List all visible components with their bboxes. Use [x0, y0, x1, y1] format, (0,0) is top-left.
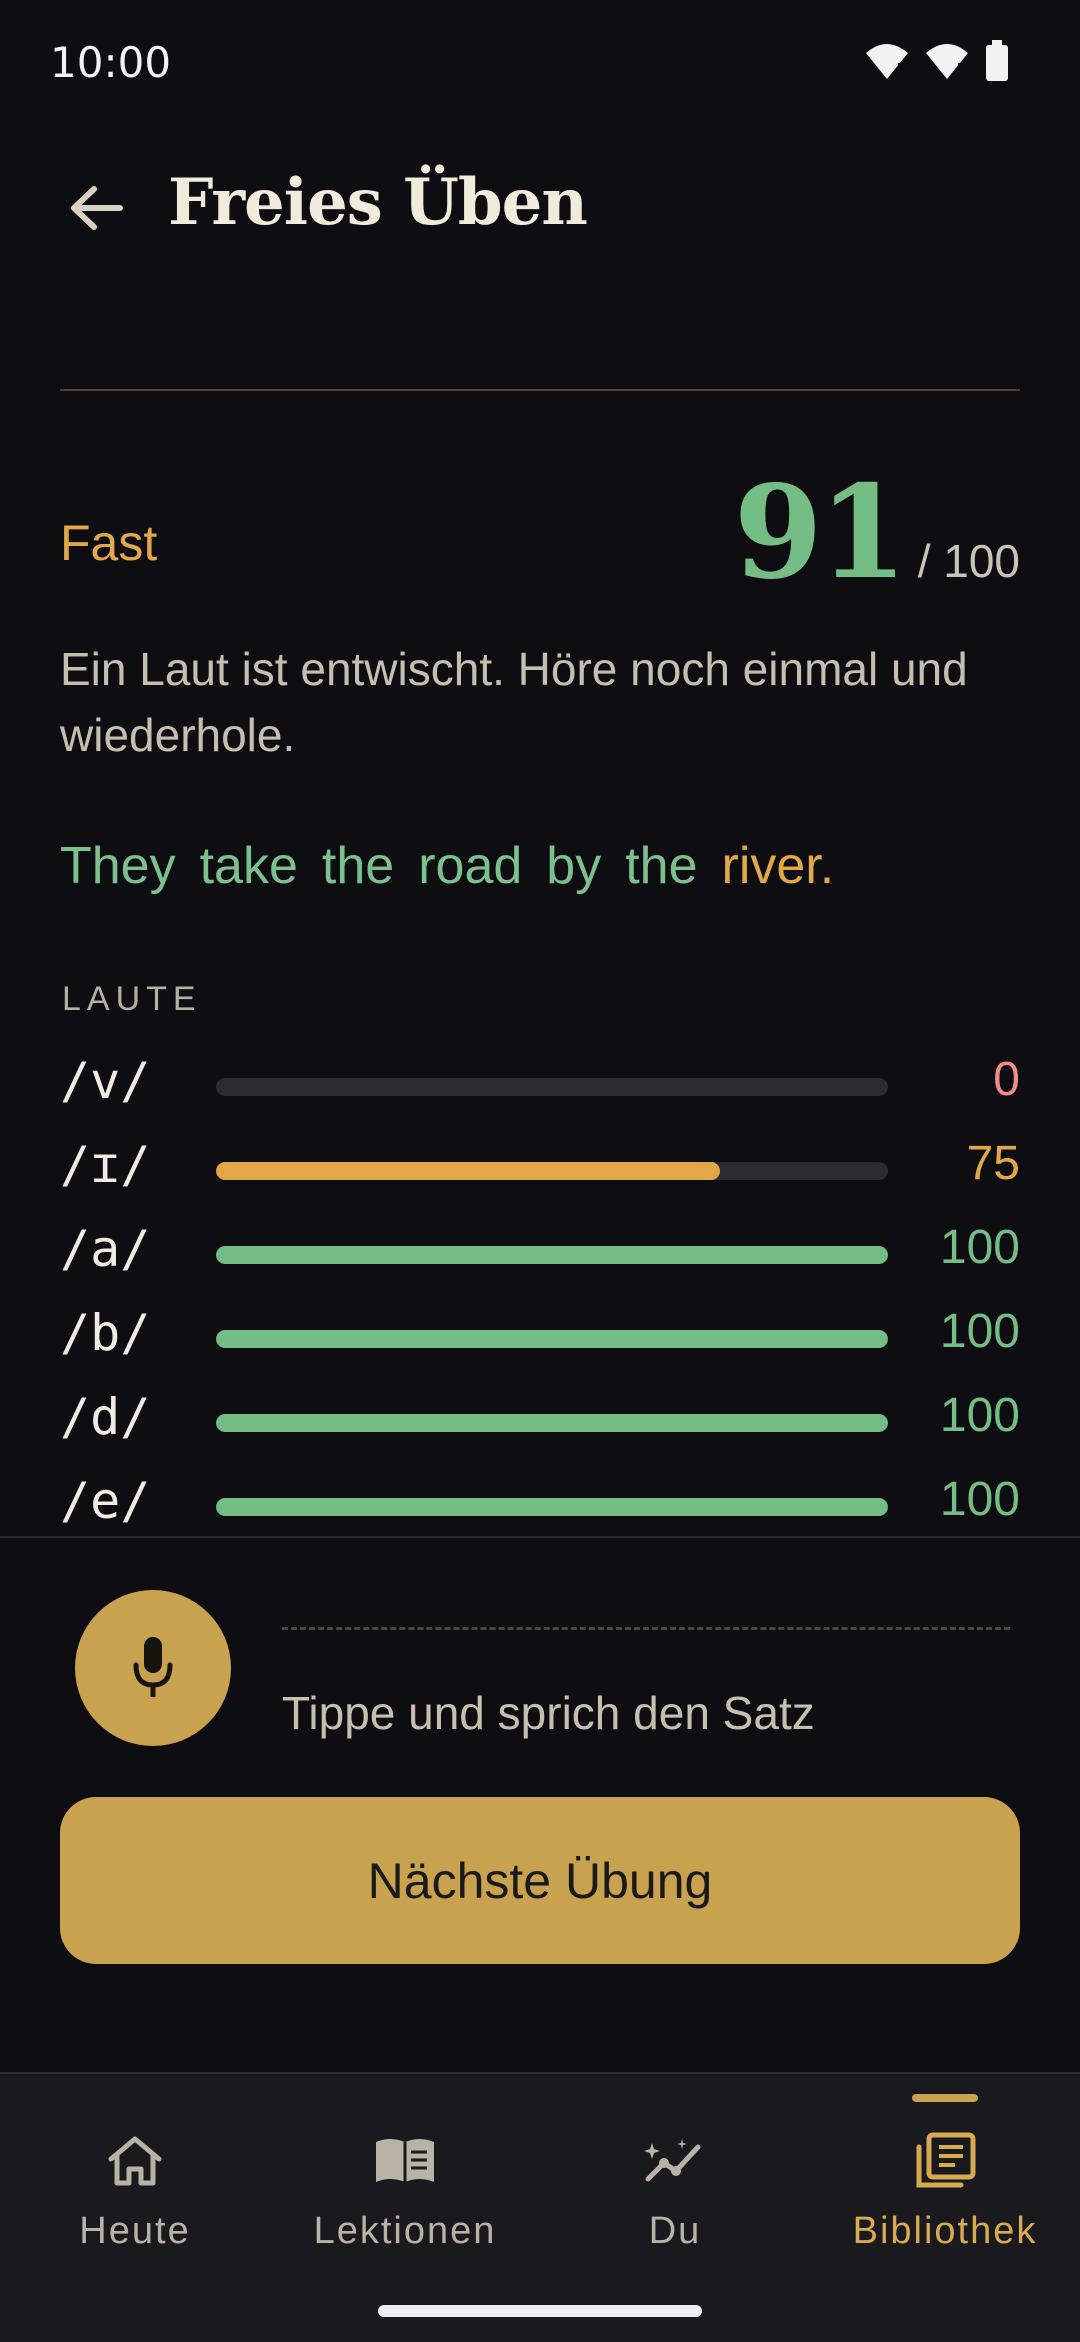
- nav-label: Bibliothek: [852, 2210, 1038, 2252]
- nav-item-lektionen[interactable]: Lektionen: [270, 2074, 540, 2274]
- nav-active-indicator: [912, 2094, 978, 2102]
- phoneme-score-fill: [216, 1498, 888, 1516]
- practice-sentence: They take the road by the river.: [60, 836, 834, 896]
- phoneme-score-bar: [216, 1162, 888, 1180]
- phoneme-symbol: /b/: [60, 1304, 151, 1362]
- score-value: 91: [733, 458, 908, 608]
- home-icon: [100, 2126, 170, 2196]
- sentence-word[interactable]: river.: [722, 836, 835, 896]
- phoneme-score-bar: [216, 1498, 888, 1516]
- phoneme-score: 100: [939, 1305, 1020, 1358]
- sentence-word[interactable]: the: [322, 836, 394, 896]
- bottom-nav: Heute Lektionen Du Bibliothek: [0, 2072, 1080, 2342]
- back-button[interactable]: [60, 178, 132, 238]
- phoneme-score-fill: [216, 1162, 720, 1180]
- nav-label: Du: [648, 2210, 702, 2252]
- phoneme-symbol: /ɪ/: [60, 1136, 151, 1194]
- phoneme-symbol: /d/: [60, 1388, 151, 1446]
- phoneme-symbol: /a/: [60, 1220, 151, 1278]
- phonemes-label: LAUTE: [62, 980, 202, 1018]
- phoneme-row[interactable]: /a/100: [60, 1210, 1020, 1294]
- phoneme-list[interactable]: /v/0/ɪ/75/a/100/b/100/d/100/e/100: [60, 1042, 1020, 1532]
- status-icons: [864, 40, 1010, 82]
- sentence-word[interactable]: road: [418, 836, 522, 896]
- nav-item-du[interactable]: Du: [540, 2074, 810, 2274]
- phoneme-score-fill: [216, 1414, 888, 1432]
- phoneme-score-bar: [216, 1330, 888, 1348]
- phoneme-row[interactable]: /d/100: [60, 1378, 1020, 1462]
- feedback-text: Ein Laut ist entwischt. Höre noch einmal…: [60, 643, 968, 761]
- progress-icon: [640, 2126, 710, 2196]
- header-divider: [60, 389, 1020, 391]
- phoneme-score-bar: [216, 1078, 888, 1096]
- page-title: Freies Üben: [168, 165, 588, 240]
- book-icon: [370, 2126, 440, 2196]
- phoneme-score: 100: [939, 1473, 1020, 1526]
- nav-label: Lektionen: [313, 2210, 497, 2252]
- wifi-icon: [866, 44, 908, 79]
- wifi-icon-2: [926, 44, 968, 79]
- sentence-word[interactable]: take: [200, 836, 298, 896]
- arrow-left-icon: [71, 186, 123, 230]
- phoneme-row[interactable]: /v/0: [60, 1042, 1020, 1126]
- phoneme-symbol: /v/: [60, 1052, 151, 1110]
- nav-item-heute[interactable]: Heute: [0, 2074, 270, 2274]
- home-indicator[interactable]: [378, 2305, 702, 2317]
- library-icon: [910, 2126, 980, 2196]
- record-button[interactable]: [75, 1590, 231, 1746]
- phoneme-score: 100: [939, 1221, 1020, 1274]
- mic-hint: Tippe und sprich den Satz: [282, 1687, 815, 1739]
- status-time: 10:00: [50, 38, 172, 87]
- phoneme-score: 75: [966, 1137, 1020, 1190]
- phoneme-row[interactable]: /b/100: [60, 1294, 1020, 1378]
- next-exercise-button[interactable]: Nächste Übung: [60, 1797, 1020, 1964]
- phoneme-score: 0: [993, 1053, 1020, 1106]
- sentence-word[interactable]: by: [546, 836, 601, 896]
- phoneme-symbol: /e/: [60, 1472, 151, 1530]
- score-max: / 100: [917, 535, 1020, 587]
- phoneme-score-bar: [216, 1414, 888, 1432]
- phoneme-score: 100: [939, 1389, 1020, 1442]
- phoneme-score-fill: [216, 1246, 888, 1264]
- waveform-placeholder: [282, 1627, 1010, 1630]
- nav-item-bibliothek[interactable]: Bibliothek: [810, 2074, 1080, 2274]
- phoneme-score-fill: [216, 1330, 888, 1348]
- phoneme-row[interactable]: /ɪ/75: [60, 1126, 1020, 1210]
- phoneme-score-bar: [216, 1246, 888, 1264]
- score: 91 / 100: [734, 458, 1020, 608]
- microphone-icon: [133, 1637, 173, 1697]
- phoneme-row[interactable]: /e/100: [60, 1462, 1020, 1532]
- battery-icon: [986, 40, 1008, 81]
- score-verdict: Fast: [60, 515, 158, 571]
- sentence-word[interactable]: the: [625, 836, 697, 896]
- sentence-word[interactable]: They: [60, 836, 176, 896]
- panel-divider: [0, 1536, 1080, 1538]
- nav-label: Heute: [79, 2210, 191, 2252]
